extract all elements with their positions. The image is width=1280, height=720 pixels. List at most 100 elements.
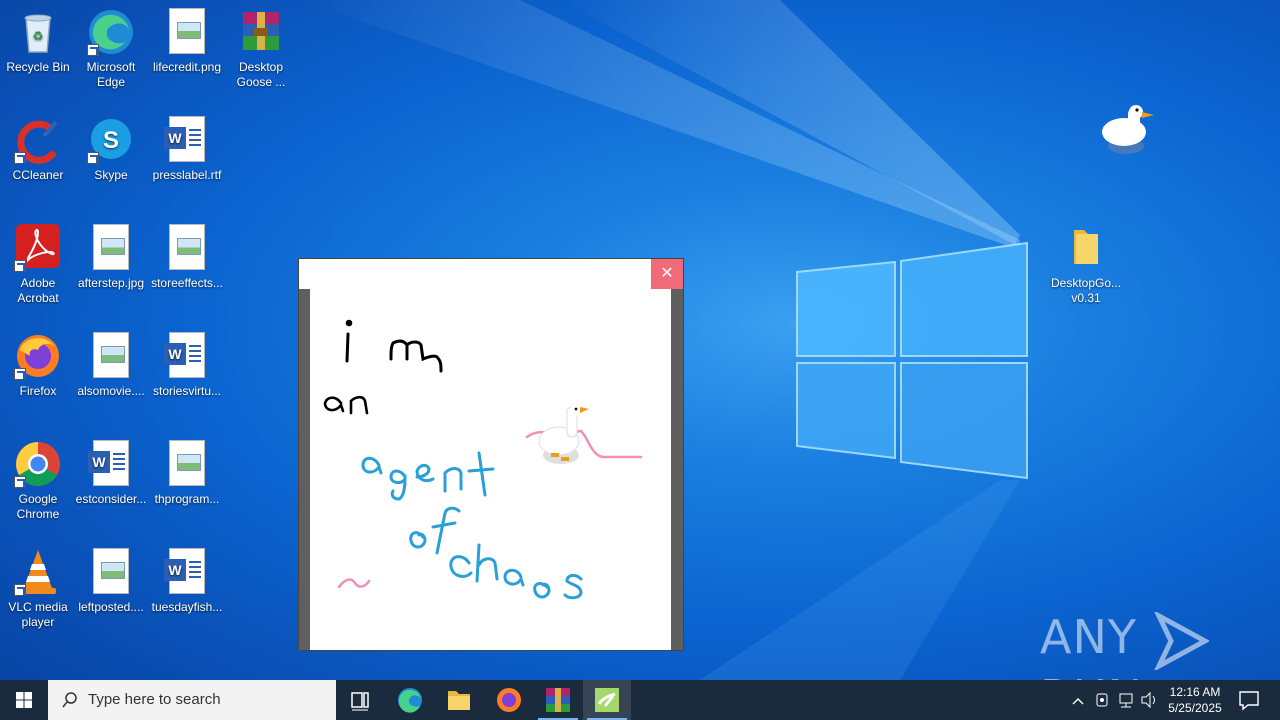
recycle-bin-icon: ♻ — [14, 8, 62, 56]
network-icon — [1119, 693, 1133, 708]
skype-icon: S — [87, 116, 135, 164]
goose-sprite-in-popup — [538, 405, 589, 464]
icon-label: Skype — [94, 168, 128, 182]
search-icon — [62, 692, 77, 708]
icon-label: Adobe Acrobat — [17, 276, 59, 305]
icon-label: afterstep.jpg — [77, 276, 145, 290]
icon-label: estconsider... — [75, 492, 147, 506]
image-file-icon — [169, 440, 205, 486]
firefox-icon — [497, 688, 521, 712]
icon-label: storiesvirtu... — [152, 384, 221, 398]
image-file-icon — [93, 548, 129, 594]
icon-label: DesktopGo... v0.31 — [1050, 276, 1122, 305]
taskbar: Type here to search 12:16 AM 5/25/2025 — [0, 680, 1280, 720]
icon-label: tuesdayfish... — [151, 600, 223, 614]
desktop-icon-firefox[interactable]: Firefox — [0, 332, 76, 399]
drawing-agent — [361, 451, 495, 501]
clock-date: 5/25/2025 — [1168, 701, 1222, 715]
drawing-i-m — [345, 319, 443, 373]
desktop-goose-app-icon — [595, 688, 619, 712]
system-tray — [1068, 680, 1158, 720]
edge-icon — [87, 8, 135, 56]
edge-icon — [398, 688, 422, 713]
play-logo-icon — [1153, 611, 1209, 670]
taskbar-clock[interactable]: 12:16 AM 5/25/2025 — [1160, 684, 1230, 716]
firefox-icon — [14, 332, 62, 380]
desktop-icon-afterstep[interactable]: afterstep.jpg — [73, 224, 149, 291]
icon-label: Desktop Goose ... — [236, 60, 286, 89]
goose-notepad-popup[interactable]: ✕ — [298, 258, 684, 651]
folder-icon — [1062, 224, 1110, 272]
icon-label: presslabel.rtf — [152, 168, 222, 182]
drawing-pink-marks — [337, 429, 643, 589]
meet-now-icon — [1096, 693, 1108, 707]
chrome-icon — [14, 440, 62, 488]
svg-text:♻: ♻ — [33, 29, 44, 43]
folder-icon — [448, 691, 470, 710]
icon-label: Recycle Bin — [6, 60, 70, 74]
desktop-icon-recycle-bin[interactable]: ♻ Recycle Bin — [0, 8, 76, 75]
vlc-icon — [14, 548, 62, 596]
desktop-icon-edge[interactable]: Microsoft Edge — [73, 8, 149, 90]
desktop-icon-tuesdayfish[interactable]: W tuesdayfish... — [149, 548, 225, 615]
desktop-icon-leftposted[interactable]: leftposted.... — [73, 548, 149, 615]
shortcut-arrow-icon — [87, 44, 99, 56]
word-doc-icon: W — [88, 440, 129, 486]
task-view-icon — [351, 692, 369, 711]
winrar-archive-icon — [546, 688, 570, 712]
svg-text:S: S — [103, 127, 119, 154]
icon-label: Google Chrome — [16, 492, 60, 521]
taskbar-desktop-goose[interactable] — [583, 680, 631, 720]
desktop-icon-storeeffects[interactable]: storeeffects... — [149, 224, 225, 291]
taskbar-firefox[interactable] — [485, 680, 533, 720]
desktop-icon-ccleaner[interactable]: CCleaner — [0, 116, 76, 183]
taskbar-search-box[interactable]: Type here to search — [48, 680, 336, 720]
desktop-icon-storiesvirtu[interactable]: W storiesvirtu... — [149, 332, 225, 399]
notification-icon — [1239, 691, 1259, 711]
desktop-icon-estconsider[interactable]: W estconsider... — [73, 440, 149, 507]
taskbar-winrar[interactable] — [534, 680, 582, 720]
desktop-icon-vlc[interactable]: VLC media player — [0, 548, 76, 630]
winrar-archive-icon — [237, 8, 285, 56]
image-file-icon — [93, 224, 129, 270]
word-doc-icon: W — [164, 548, 205, 594]
icon-label: Firefox — [19, 384, 57, 398]
desktop-goose-icon[interactable] — [1098, 100, 1162, 160]
notifications-button[interactable] — [1230, 680, 1278, 720]
image-file-icon — [93, 332, 129, 378]
windows-wallpaper-logo — [796, 241, 1028, 480]
icon-label: lifecredit.png — [152, 60, 222, 74]
ccleaner-icon — [14, 116, 62, 164]
acrobat-icon — [14, 224, 62, 272]
desktop-icon-alsomovie[interactable]: alsomovie.... — [73, 332, 149, 399]
windows-start-icon — [16, 692, 32, 708]
icon-label: CCleaner — [12, 168, 64, 182]
start-button[interactable] — [0, 680, 48, 720]
icon-label: thprogram... — [154, 492, 220, 506]
desktop-icon-acrobat[interactable]: Adobe Acrobat — [0, 224, 76, 306]
icon-label: Microsoft Edge — [86, 60, 136, 89]
image-file-icon — [169, 224, 205, 270]
search-placeholder: Type here to search — [88, 691, 221, 708]
drawing-chaos — [449, 543, 583, 600]
task-view-button[interactable] — [336, 680, 384, 720]
taskbar-file-explorer[interactable] — [435, 680, 483, 720]
word-doc-icon: W — [164, 332, 205, 378]
desktop-icon-chrome[interactable]: Google Chrome — [0, 440, 76, 522]
desktop-icon-presslabel[interactable]: W presslabel.rtf — [149, 116, 225, 183]
watermark-left-text: ANY — [1040, 610, 1137, 664]
icon-label: alsomovie.... — [77, 384, 145, 398]
word-doc-icon: W — [164, 116, 205, 162]
desktop-icon-desktop-goose-archive[interactable]: Desktop Goose ... — [223, 8, 299, 90]
taskbar-edge[interactable] — [386, 680, 434, 720]
icon-label: VLC media player — [8, 600, 68, 629]
icon-label: storeeffects... — [151, 276, 223, 290]
desktop-icon-lifecredit[interactable]: lifecredit.png — [149, 8, 225, 75]
desktop-icon-desktopgoose-folder[interactable]: DesktopGo... v0.31 — [1048, 224, 1124, 306]
chevron-up-icon — [1072, 698, 1084, 705]
desktop-icon-thprogram[interactable]: thprogram... — [149, 440, 225, 507]
desktop-icon-skype[interactable]: S Skype — [73, 116, 149, 183]
drawing-of — [409, 506, 461, 555]
clock-time: 12:16 AM — [1169, 685, 1221, 699]
drawing-an — [323, 395, 369, 415]
